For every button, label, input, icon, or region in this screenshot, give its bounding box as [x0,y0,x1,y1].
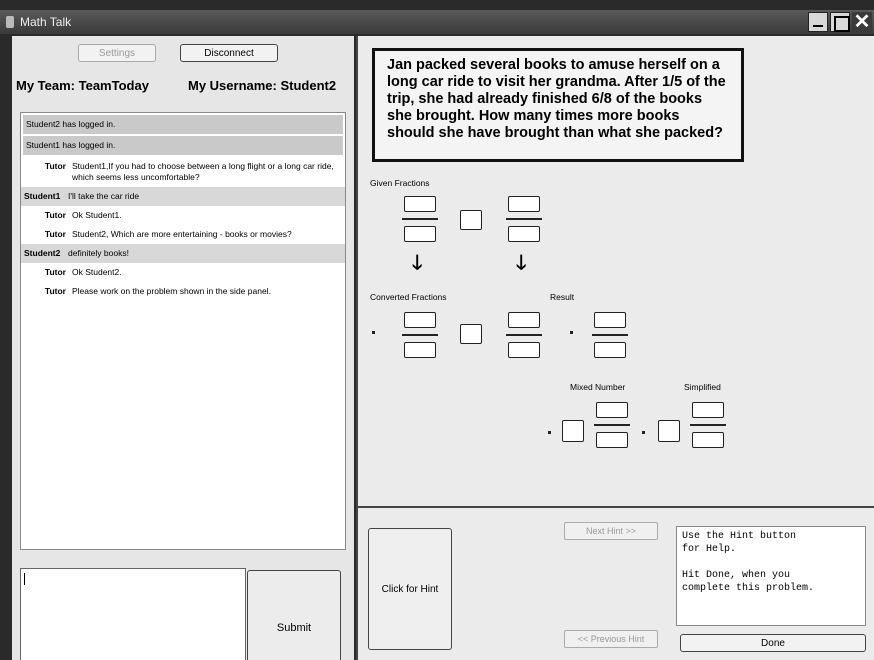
problem-panel: Jan packed several books to amuse hersel… [356,36,874,506]
window-controls: ✕ [808,12,872,32]
simplified-denominator-input[interactable] [692,432,724,448]
title-bar: Math Talk ✕ [0,10,874,34]
given-denominator-1-input[interactable] [404,226,436,242]
chat-message: Tutor Student2, Which are more entertaini… [44,229,292,239]
given-fractions-label: Given Fractions [370,178,430,188]
mixed-numerator-input[interactable] [596,402,628,418]
converted-denominator-2-input[interactable] [508,342,540,358]
chat-message: Tutor Ok Student1. [44,210,122,220]
minimize-icon[interactable] [808,12,828,32]
converted-numerator-1-input[interactable] [404,312,436,328]
chat-message: Tutor Student1,If you had to choose betwe… [44,161,334,182]
fraction-bar [592,334,628,336]
fraction-bar [690,424,726,426]
hint-panel: Click for Hint Next Hint >> << Previous … [356,506,874,660]
chat-log[interactable]: Student2 has logged in. Student1 has log… [20,112,346,550]
given-numerator-2-input[interactable] [508,196,540,212]
fraction-bar [506,334,542,336]
converted-numerator-2-input[interactable] [508,312,540,328]
simplified-numerator-input[interactable] [692,402,724,418]
result-label: Result [550,292,575,302]
mixed-whole-input[interactable] [562,420,584,442]
hint-button[interactable]: Click for Hint [368,528,452,650]
app-icon [6,16,14,28]
submit-button[interactable]: Submit [247,570,341,660]
equals-dot-icon [548,431,551,434]
settings-button[interactable]: Settings [78,44,156,62]
chat-message: Student2 definitely books! [21,244,345,263]
fraction-bar [402,218,438,220]
fraction-bar [506,218,542,220]
mixed-number-label: Mixed Number [570,382,626,392]
equals-dot-icon [372,331,375,334]
simplified-whole-input[interactable] [658,420,680,442]
down-arrow-icon: 🡓 [516,252,527,274]
problem-statement: Jan packed several books to amuse hersel… [372,48,744,162]
equals-dot-icon [642,431,645,434]
username-label: My Username: Student2 [188,78,337,93]
chat-message: Tutor Ok Student2. [44,267,122,277]
result-numerator-input[interactable] [594,312,626,328]
chat-message: Student1 has logged in. [23,136,343,155]
fraction-bar [402,334,438,336]
chat-message: Tutor Please work on the problem shown in… [44,286,271,296]
simplified-label: Simplified [684,382,721,392]
hint-message: Use the Hint button for Help. Hit Done, … [676,526,866,626]
given-operator-input[interactable] [460,210,482,230]
chat-panel: Settings Disconnect My Team: TeamToday M… [12,36,354,660]
converted-fractions-label: Converted Fractions [370,292,447,302]
disconnect-button[interactable]: Disconnect [180,44,278,62]
chat-message: Student2 has logged in. [23,115,343,134]
next-hint-button[interactable]: Next Hint >> [564,522,658,540]
mixed-denominator-input[interactable] [596,432,628,448]
given-numerator-1-input[interactable] [404,196,436,212]
message-input[interactable] [20,568,246,660]
down-arrow-icon: 🡓 [412,252,423,274]
fraction-bar [594,424,630,426]
close-icon[interactable]: ✕ [852,12,872,32]
previous-hint-button[interactable]: << Previous Hint [564,630,658,648]
equals-dot-icon [570,331,573,334]
result-denominator-input[interactable] [594,342,626,358]
given-denominator-2-input[interactable] [508,226,540,242]
maximize-icon[interactable] [830,12,850,32]
chat-message: Student1 I'll take the car ride [21,187,345,206]
converted-operator-input[interactable] [460,324,482,344]
window-title: Math Talk [20,15,72,29]
team-label: My Team: TeamToday [16,78,149,93]
done-button[interactable]: Done [680,634,866,652]
converted-denominator-1-input[interactable] [404,342,436,358]
